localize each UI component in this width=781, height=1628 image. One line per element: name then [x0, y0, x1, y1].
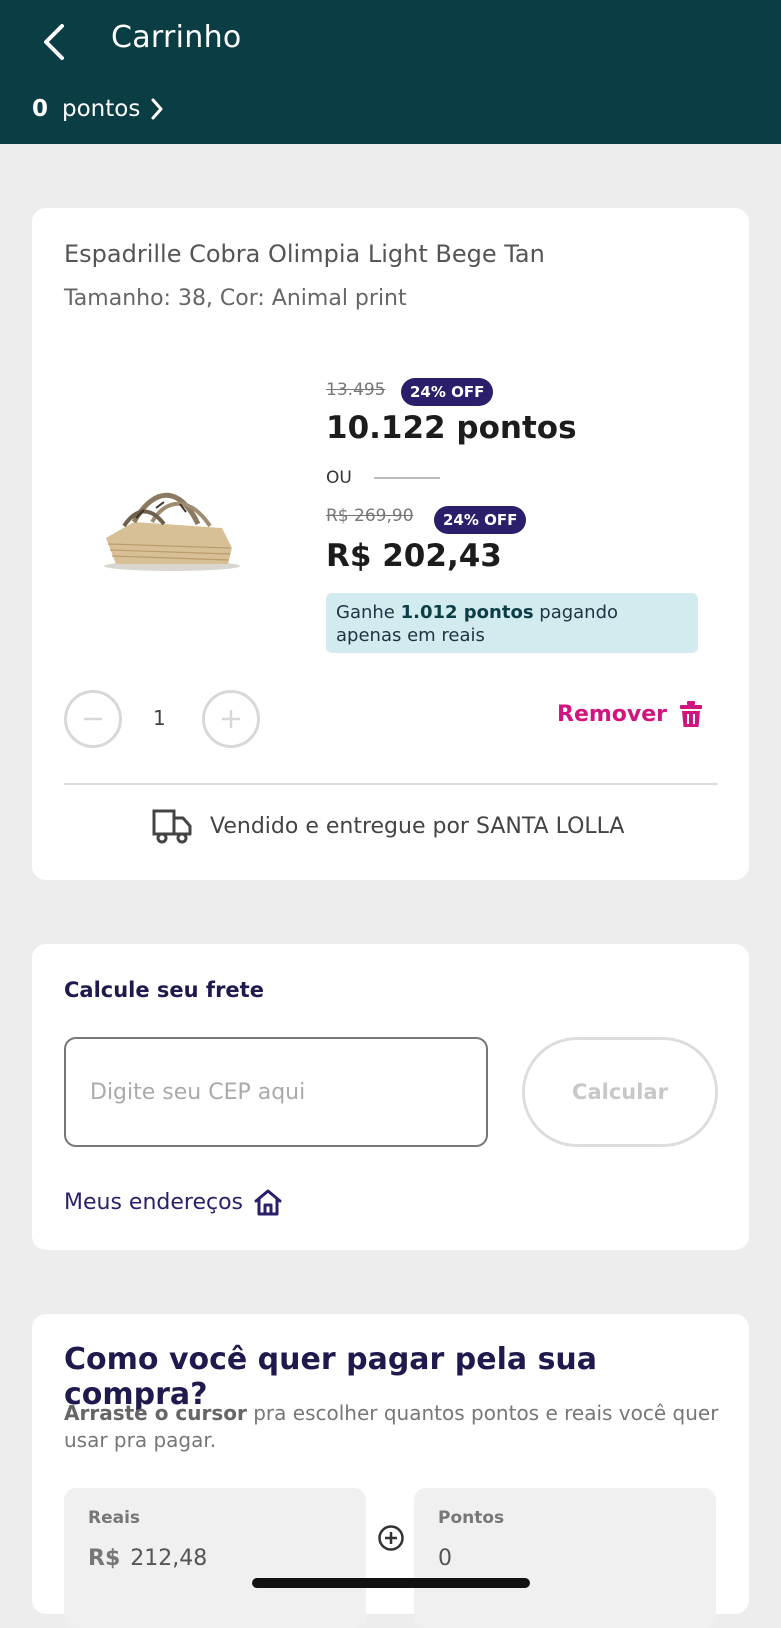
points-balance-label: pontos	[62, 96, 141, 122]
home-indicator[interactable]	[252, 1578, 530, 1588]
pontos-label: Pontos	[438, 1508, 505, 1528]
home-icon	[254, 1189, 282, 1216]
reais-label: Reais	[88, 1508, 141, 1528]
section-divider	[64, 783, 718, 785]
seller-info: Vendido e entregue por SANTA LOLLA	[152, 808, 624, 844]
payment-description: Arraste o cursor pra escolher quantos po…	[64, 1400, 724, 1454]
reais-value-row: R$ 212,48	[88, 1546, 207, 1571]
original-price: R$ 269,90	[326, 506, 414, 526]
my-addresses-link[interactable]: Meus endereços	[64, 1188, 283, 1216]
quantity-value: 1	[153, 706, 166, 730]
payment-description-bold: Arraste o cursor	[64, 1401, 247, 1425]
increase-quantity-button[interactable]	[202, 690, 260, 748]
back-button[interactable]	[38, 20, 78, 64]
cart-item-card: Espadrille Cobra Olimpia Light Bege Tan …	[32, 208, 749, 880]
chevron-right-icon	[151, 98, 163, 120]
earn-points-info: Ganhe 1.012 pontos pagando apenas em rea…	[326, 593, 698, 653]
points-amount-box[interactable]: Pontos 0	[414, 1488, 716, 1628]
price-discount-badge: 24% OFF	[434, 506, 527, 534]
points-balance-value: 0	[32, 96, 49, 122]
pontos-value: 0	[438, 1546, 452, 1571]
remove-label: Remover	[557, 701, 668, 727]
points-balance-link[interactable]: 0 pontos	[32, 96, 164, 122]
remove-item-button[interactable]: Remover	[557, 700, 703, 728]
shipping-card: Calcule seu frete Calcular Meus endereço…	[32, 944, 749, 1250]
decrease-quantity-button[interactable]	[64, 690, 122, 748]
seller-text: Vendido e entregue por SANTA LOLLA	[210, 813, 625, 839]
reais-amount-box[interactable]: Reais R$ 212,48	[64, 1488, 366, 1628]
truck-icon	[152, 809, 192, 844]
my-addresses-label: Meus endereços	[64, 1189, 244, 1215]
trash-icon	[680, 701, 703, 727]
points-discount-badge: 24% OFF	[401, 378, 494, 406]
product-image[interactable]	[94, 478, 244, 578]
earn-prefix: Ganhe	[336, 602, 401, 623]
product-variant: Tamanho: 38, Cor: Animal print	[64, 286, 407, 311]
reais-value: 212,48	[130, 1546, 208, 1571]
plus-icon	[222, 710, 240, 728]
plus-circle-icon	[378, 1525, 404, 1551]
or-divider-line	[373, 477, 440, 479]
page-title: Carrinho	[111, 20, 242, 55]
or-label: OU	[326, 468, 352, 488]
points-price: 10.122 pontos	[326, 410, 577, 446]
app-header: Carrinho 0 pontos	[0, 0, 781, 144]
cep-input[interactable]	[64, 1037, 488, 1147]
reais-currency: R$	[88, 1546, 121, 1571]
price: R$ 202,43	[326, 538, 502, 574]
earn-points: 1.012 pontos	[400, 602, 534, 623]
chevron-left-icon	[44, 24, 64, 60]
original-points-price: 13.495	[326, 380, 386, 400]
shipping-title: Calcule seu frete	[64, 978, 264, 1002]
product-name[interactable]: Espadrille Cobra Olimpia Light Bege Tan	[64, 240, 545, 268]
payment-card: Como você quer pagar pela sua compra? Ar…	[32, 1314, 749, 1628]
or-separator: OU	[326, 468, 440, 488]
calculate-shipping-button[interactable]: Calcular	[522, 1037, 718, 1147]
minus-icon	[84, 717, 102, 721]
